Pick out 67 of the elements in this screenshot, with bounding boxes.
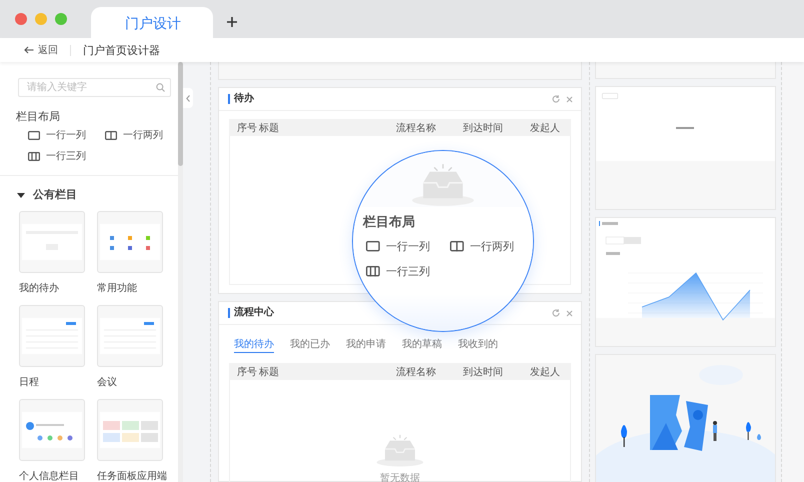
collapse-handle[interactable] — [183, 88, 193, 108]
column-header: 发起人 — [529, 366, 561, 378]
mini-button-drawing — [602, 93, 618, 99]
refresh-icon[interactable] — [552, 309, 560, 317]
widget-label: 日程 — [19, 376, 40, 389]
refresh-icon[interactable] — [552, 95, 560, 103]
column-header: 序号 — [236, 366, 257, 378]
card-title: 流程中心 — [228, 308, 274, 318]
empty-inbox-icon — [375, 434, 425, 467]
layout-option[interactable]: 一行三列 — [28, 149, 105, 163]
widget-label: 会议 — [97, 376, 118, 389]
layout-option[interactable]: 一行两列 — [105, 128, 175, 142]
window-control-icon[interactable] — [35, 13, 47, 25]
widget-thumbnail[interactable] — [97, 305, 163, 367]
scrollbar-thumb[interactable] — [178, 62, 183, 166]
search-icon — [156, 83, 165, 92]
widget-thumbnail[interactable] — [97, 399, 163, 461]
column-header: 标题 — [258, 122, 280, 134]
tab[interactable]: 我的已办 — [290, 337, 330, 353]
section-heading: 栏目布局 — [16, 110, 61, 124]
window-control-icon[interactable] — [55, 13, 67, 25]
layout-option[interactable]: 一行两列 — [450, 239, 526, 254]
tab[interactable]: 我的待办 — [234, 337, 274, 353]
column-header: 标题 — [258, 366, 280, 378]
tab[interactable]: 我的申请 — [346, 337, 386, 353]
widget-preview-drawing — [22, 318, 82, 354]
back-arrow-icon — [24, 46, 34, 54]
column-header: 发起人 — [529, 122, 561, 134]
one-column-layout-icon — [28, 130, 40, 140]
back-button[interactable]: 返回 — [24, 43, 58, 57]
search-field[interactable]: 请输入关键字 — [18, 78, 171, 97]
widget-thumbnail[interactable] — [19, 305, 85, 367]
widget-preview-drawing — [100, 224, 160, 260]
layout-option[interactable]: 一行一列 — [28, 128, 105, 142]
column-header: 到达时间 — [462, 366, 504, 378]
chevron-left-icon — [186, 94, 190, 102]
widget-thumbnail[interactable] — [19, 399, 85, 461]
two-column-layout-icon — [105, 130, 117, 140]
column-header: 流程名称 — [395, 122, 437, 134]
widget-thumbnail[interactable] — [19, 211, 85, 273]
column-header: 到达时间 — [462, 122, 504, 134]
widget-thumbnail[interactable] — [97, 211, 163, 273]
three-column-layout-icon — [366, 266, 380, 277]
widget-label: 我的待办 — [19, 282, 60, 295]
three-column-layout-icon — [28, 152, 40, 160]
layout-option[interactable]: 一行一列 — [366, 239, 450, 254]
close-icon[interactable] — [566, 310, 573, 316]
close-icon[interactable] — [566, 96, 573, 102]
column-header: 序号 — [236, 122, 257, 134]
one-column-layout-icon — [366, 241, 380, 252]
page-title: 门户首页设计器 — [83, 44, 160, 58]
widget-preview-drawing — [100, 412, 160, 448]
caret-icon — [17, 190, 25, 198]
window-control-icon[interactable] — [15, 13, 27, 25]
two-column-layout-icon — [450, 241, 464, 252]
widget-preview-drawing — [100, 318, 160, 354]
add-tab-icon[interactable] — [227, 17, 237, 27]
widget-label: 常用功能 — [97, 282, 138, 295]
layout-option[interactable]: 一行三列 — [366, 264, 450, 279]
widget-preview-drawing — [22, 412, 82, 448]
section-heading: 栏目布局 — [363, 213, 416, 231]
tab[interactable]: 我收到的 — [458, 337, 498, 353]
widget-label: 个人信息栏目 — [19, 470, 80, 482]
card-title: 待办 — [228, 94, 254, 104]
column-header: 流程名称 — [395, 366, 437, 378]
browser-tab[interactable]: 门户设计 — [91, 7, 213, 38]
tab[interactable]: 我的草稿 — [402, 337, 442, 353]
